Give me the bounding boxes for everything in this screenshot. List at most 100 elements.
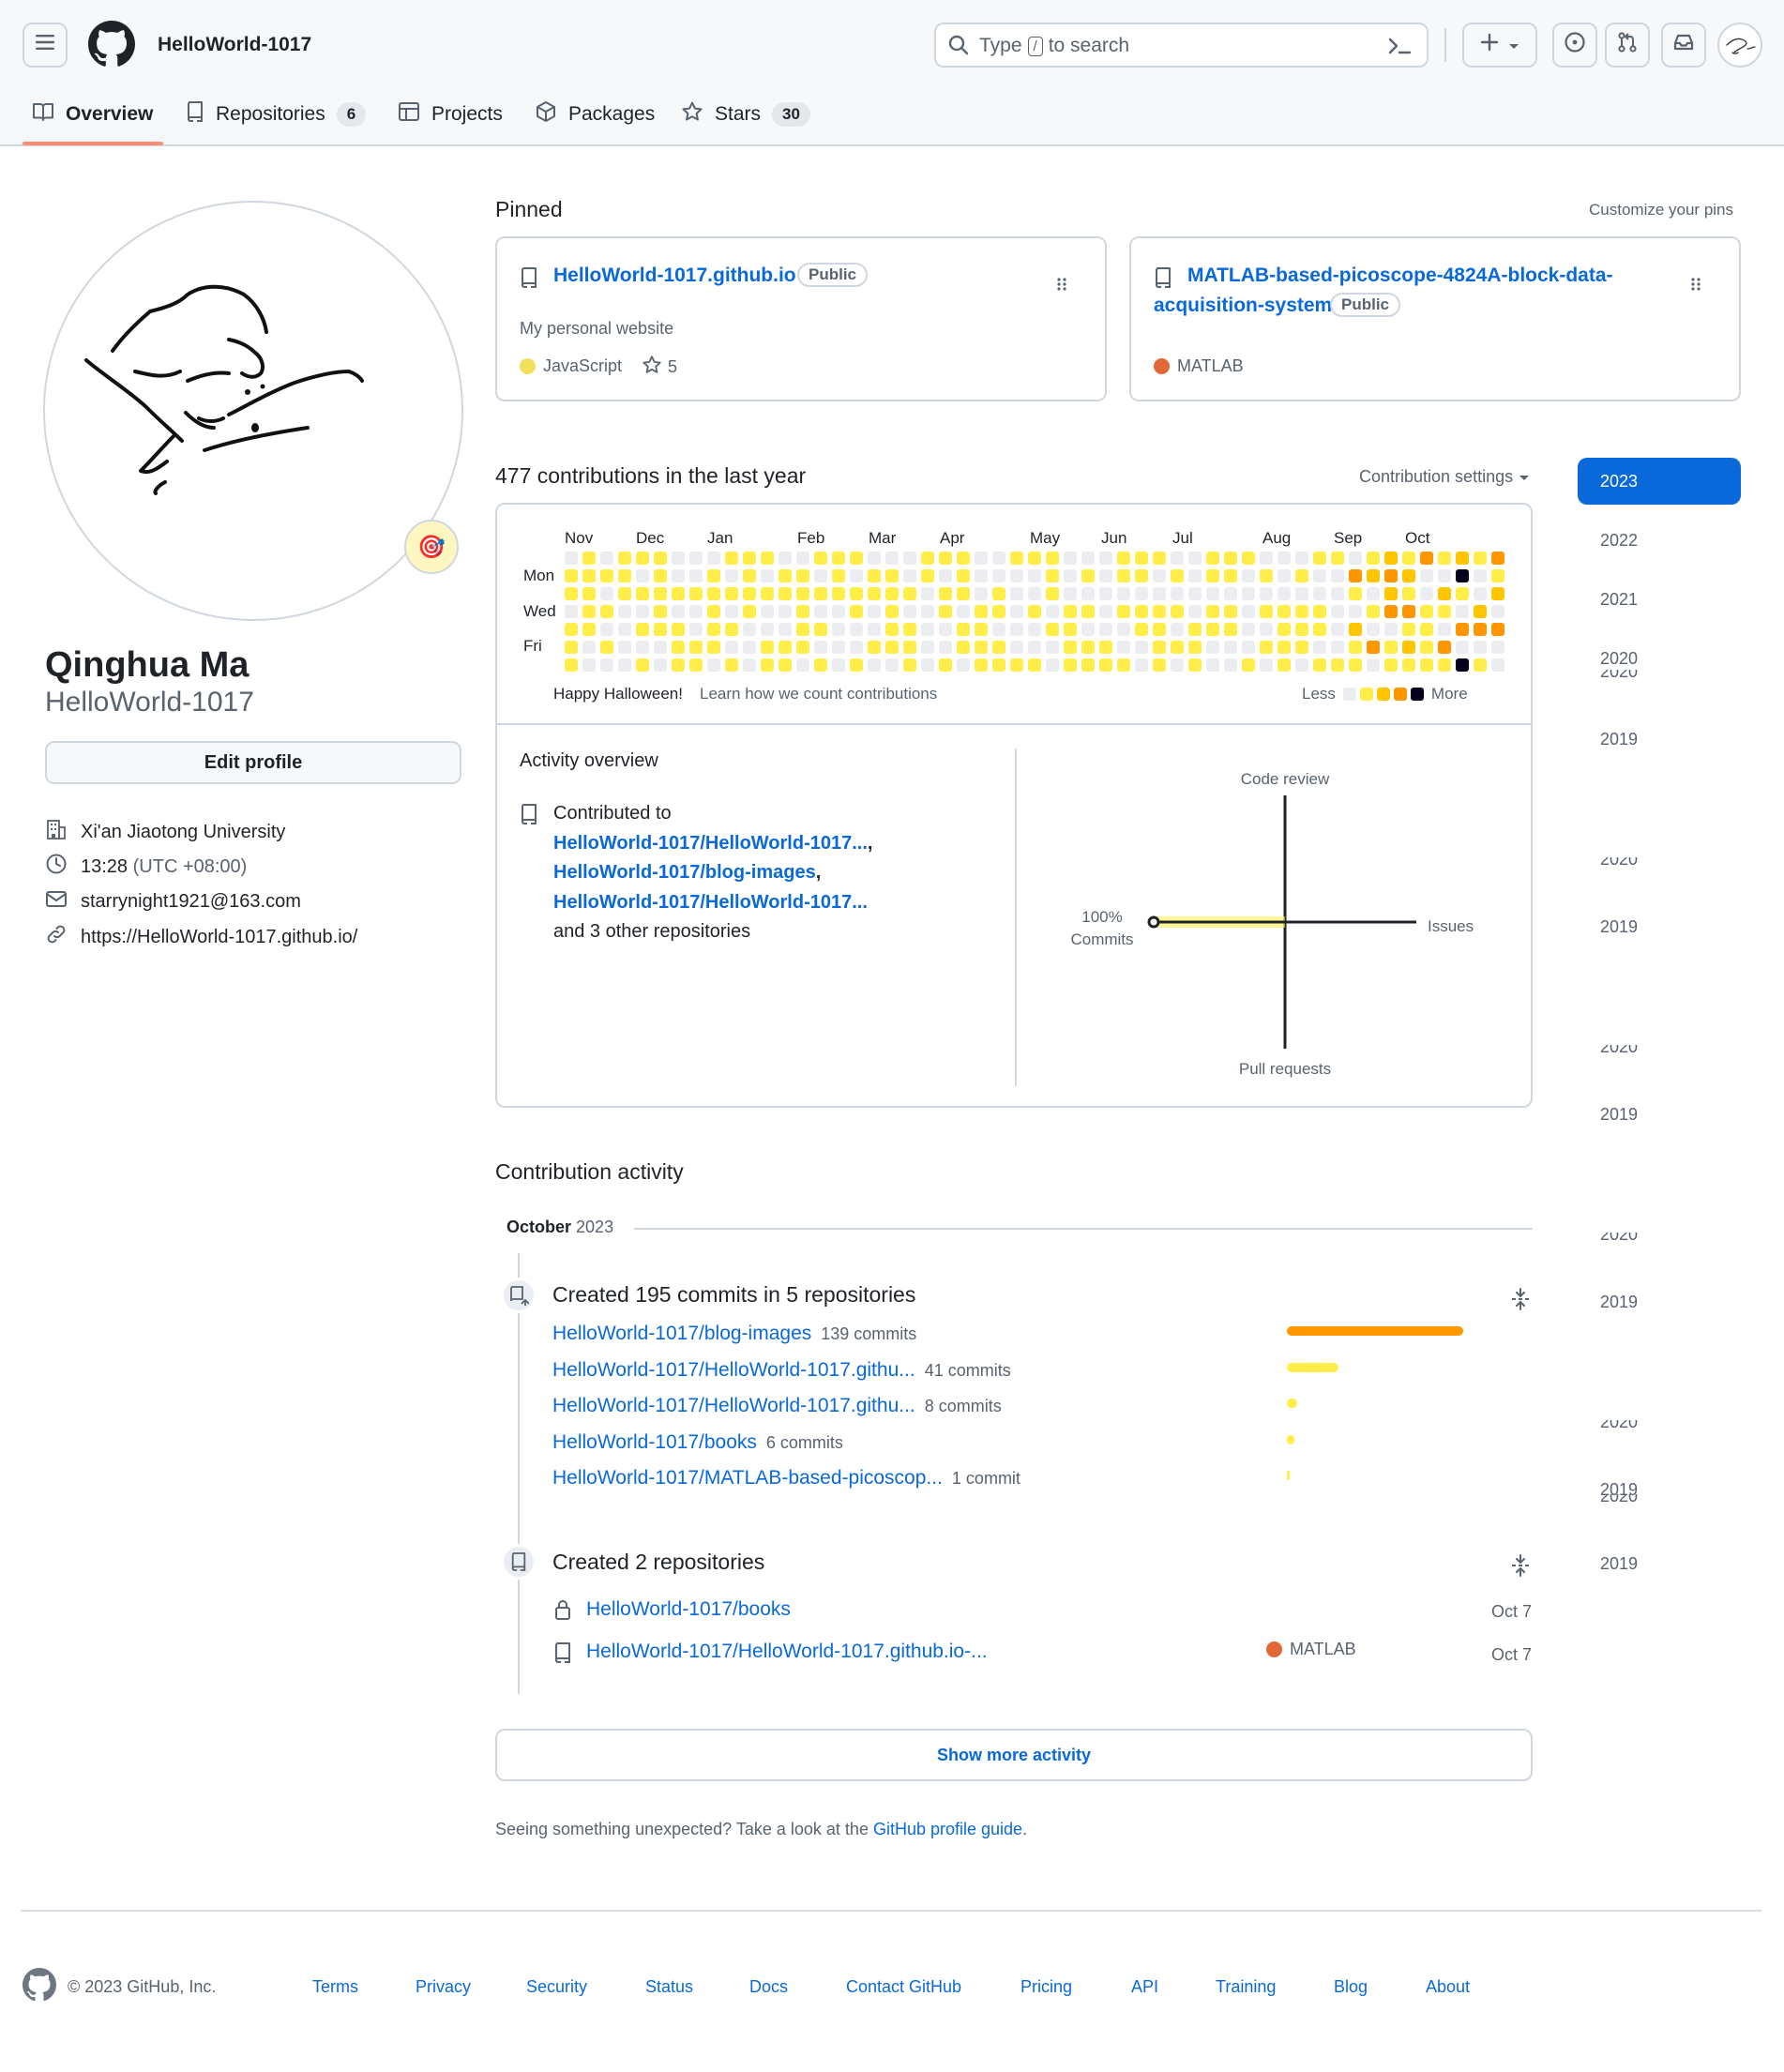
contribution-day[interactable] <box>600 569 613 582</box>
contribution-day[interactable] <box>1242 605 1255 618</box>
contribution-day[interactable] <box>1420 552 1433 565</box>
contribution-day[interactable] <box>743 587 756 600</box>
year-link-clipped[interactable]: 2020 <box>1600 670 1638 683</box>
contribution-day[interactable] <box>600 658 613 672</box>
profile-avatar[interactable] <box>43 201 463 621</box>
contribution-day[interactable] <box>1117 569 1130 582</box>
contribution-day[interactable] <box>1474 552 1487 565</box>
footer-link-privacy[interactable]: Privacy <box>416 1977 471 1997</box>
contribution-day[interactable] <box>832 623 845 636</box>
contribution-day[interactable] <box>1028 569 1041 582</box>
contribution-day[interactable] <box>1046 552 1059 565</box>
contribution-day[interactable] <box>1438 569 1451 582</box>
contribution-day[interactable] <box>600 641 613 654</box>
contribution-day[interactable] <box>885 587 899 600</box>
contribution-day[interactable] <box>868 569 881 582</box>
contribution-day[interactable] <box>1081 658 1095 672</box>
footer-link-pricing[interactable]: Pricing <box>1021 1977 1072 1997</box>
contribution-day[interactable] <box>1206 569 1219 582</box>
contribution-day[interactable] <box>1099 569 1112 582</box>
contribution-day[interactable] <box>885 641 899 654</box>
contribution-day[interactable] <box>1046 658 1059 672</box>
contribution-day[interactable] <box>779 587 792 600</box>
contribution-day[interactable] <box>582 623 596 636</box>
contribution-day[interactable] <box>1010 641 1023 654</box>
contribution-day[interactable] <box>814 552 827 565</box>
contribution-day[interactable] <box>1278 641 1291 654</box>
contribution-day[interactable] <box>1081 623 1095 636</box>
contribution-day[interactable] <box>1349 658 1362 672</box>
contribution-day[interactable] <box>1135 658 1148 672</box>
contribution-day[interactable] <box>885 569 899 582</box>
contribution-day[interactable] <box>1224 605 1237 618</box>
contributed-repo-2[interactable]: HelloWorld-1017/blog-images, <box>553 862 821 884</box>
contribution-day[interactable] <box>1474 623 1487 636</box>
contribution-day[interactable] <box>1242 641 1255 654</box>
contribution-day[interactable] <box>1242 552 1255 565</box>
profile-guide-link[interactable]: GitHub profile guide <box>873 1820 1022 1838</box>
contribution-day[interactable] <box>1278 552 1291 565</box>
contribution-day[interactable] <box>1010 569 1023 582</box>
contribution-day[interactable] <box>761 623 774 636</box>
contribution-day[interactable] <box>885 605 899 618</box>
contribution-day[interactable] <box>1242 569 1255 582</box>
contribution-day[interactable] <box>1349 605 1362 618</box>
contribution-day[interactable] <box>672 605 685 618</box>
contribution-day[interactable] <box>761 641 774 654</box>
contribution-day[interactable] <box>1278 658 1291 672</box>
contribution-day[interactable] <box>636 641 649 654</box>
contribution-day[interactable] <box>975 569 988 582</box>
contribution-day[interactable] <box>1384 569 1398 582</box>
contribution-day[interactable] <box>921 569 934 582</box>
contributed-repo-3[interactable]: HelloWorld-1017/HelloWorld-1017... <box>553 892 868 914</box>
contribution-day[interactable] <box>1491 569 1504 582</box>
contribution-day[interactable] <box>921 552 934 565</box>
contribution-day[interactable] <box>1117 641 1130 654</box>
contribution-day[interactable] <box>957 569 970 582</box>
contribution-day[interactable] <box>1313 641 1326 654</box>
contribution-day[interactable] <box>689 552 703 565</box>
contribution-day[interactable] <box>1456 569 1469 582</box>
contribution-day[interactable] <box>957 658 970 672</box>
contribution-day[interactable] <box>1171 605 1184 618</box>
year-link-clipped[interactable]: 2020 <box>1600 857 1638 870</box>
pinned-repo-link[interactable]: MATLAB-based-picoscope-4824A-block-data- <box>1187 265 1613 287</box>
contribution-day[interactable] <box>707 605 720 618</box>
year-link-clipped[interactable]: 2020 <box>1600 1045 1638 1058</box>
contribution-day[interactable] <box>1135 587 1148 600</box>
contribution-day[interactable] <box>618 658 631 672</box>
contribution-day[interactable] <box>725 605 738 618</box>
contribution-day[interactable] <box>1313 658 1326 672</box>
contribution-day[interactable] <box>939 605 952 618</box>
year-link[interactable]: 2019 <box>1600 1554 1638 1574</box>
contribution-day[interactable] <box>654 569 667 582</box>
contribution-day[interactable] <box>939 587 952 600</box>
contribution-day[interactable] <box>1135 605 1148 618</box>
contribution-day[interactable] <box>672 623 685 636</box>
contribution-day[interactable] <box>1331 641 1344 654</box>
contribution-day[interactable] <box>1081 605 1095 618</box>
contribution-day[interactable] <box>814 587 827 600</box>
contribution-day[interactable] <box>832 658 845 672</box>
contribution-day[interactable] <box>707 658 720 672</box>
drag-handle-icon[interactable] <box>1690 276 1701 297</box>
year-link-clipped[interactable]: 2020 <box>1600 1494 1638 1507</box>
contribution-day[interactable] <box>707 569 720 582</box>
contribution-day[interactable] <box>1420 587 1433 600</box>
contribution-day[interactable] <box>1224 641 1237 654</box>
contribution-day[interactable] <box>1367 641 1380 654</box>
contribution-day[interactable] <box>1402 587 1415 600</box>
contribution-day[interactable] <box>1420 658 1433 672</box>
contribution-day[interactable] <box>1028 587 1041 600</box>
year-link[interactable]: 2022 <box>1600 531 1638 551</box>
contribution-day[interactable] <box>992 587 1005 600</box>
contribution-day[interactable] <box>654 605 667 618</box>
contribution-day[interactable] <box>1491 641 1504 654</box>
search-input[interactable]: Type / to search <box>934 23 1429 68</box>
tab-packages[interactable]: Packages <box>535 94 655 135</box>
contribution-day[interactable] <box>1064 623 1077 636</box>
contribution-day[interactable] <box>1331 587 1344 600</box>
contribution-day[interactable] <box>1367 569 1380 582</box>
contribution-day[interactable] <box>1474 569 1487 582</box>
contribution-day[interactable] <box>992 552 1005 565</box>
